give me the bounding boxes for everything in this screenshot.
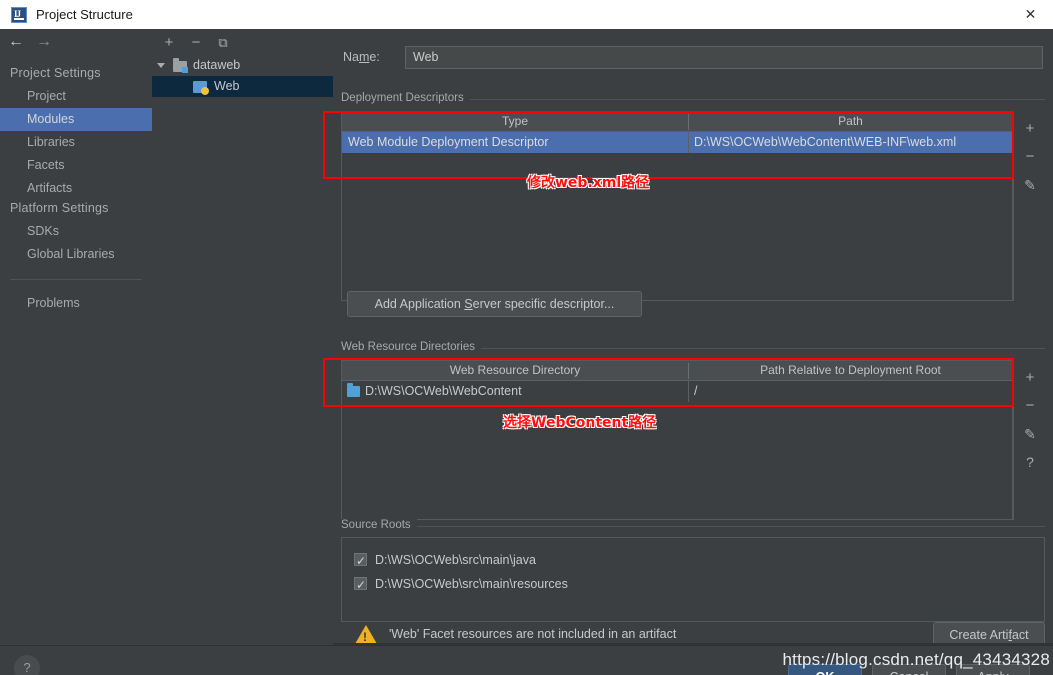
- add-app-server-descriptor-button[interactable]: Add Application Server specific descript…: [347, 291, 642, 317]
- remove-module-icon[interactable]: −: [187, 34, 205, 52]
- sidebar-item-facets[interactable]: Facets: [0, 154, 152, 177]
- intellij-idea-icon: IJ: [11, 7, 27, 23]
- edit-descriptor-icon[interactable]: ✎: [1020, 175, 1040, 195]
- tree-node-web[interactable]: Web: [152, 76, 333, 97]
- facet-settings-panel: Name: Web Deployment Descriptors Type Pa…: [333, 29, 1053, 648]
- sidebar-item-problems[interactable]: Problems: [0, 292, 152, 315]
- tree-node-dataweb[interactable]: dataweb: [152, 55, 333, 76]
- source-root-item-java[interactable]: D:\WS\OCWeb\src\main\java: [342, 549, 1042, 572]
- copy-module-icon[interactable]: ⧉: [214, 34, 232, 52]
- project-structure-dialog: IJ Project Structure ✕ ← → Project Setti…: [0, 0, 1053, 675]
- web-resource-directories-table[interactable]: Web Resource Directory Path Relative to …: [341, 360, 1013, 520]
- column-header-type[interactable]: Type: [342, 112, 688, 131]
- cell-divider: [688, 132, 689, 153]
- module-folder-icon: [173, 58, 188, 73]
- facet-warning-text: 'Web' Facet resources are not included i…: [389, 627, 677, 641]
- column-header-path-relative[interactable]: Path Relative to Deployment Root: [689, 361, 1012, 380]
- sidebar-item-project[interactable]: Project: [0, 85, 152, 108]
- sidebar-item-modules[interactable]: Modules: [0, 108, 152, 131]
- cell-type: Web Module Deployment Descriptor: [348, 135, 549, 149]
- name-input[interactable]: Web: [405, 46, 1043, 69]
- web-resource-directories-toolbar: + − ✎ ?: [1013, 360, 1045, 520]
- table-row[interactable]: Web Module Deployment Descriptor D:\WS\O…: [342, 132, 1012, 153]
- sidebar-group-platform-settings: Platform Settings: [10, 201, 109, 215]
- group-divider: [341, 526, 1045, 527]
- column-header-path[interactable]: Path: [689, 112, 1012, 131]
- checkbox[interactable]: [354, 574, 367, 596]
- cell-relative-path: /: [694, 384, 698, 398]
- folder-icon: [347, 383, 360, 397]
- add-directory-icon[interactable]: +: [1020, 368, 1040, 388]
- sidebar-item-global-libraries[interactable]: Global Libraries: [0, 243, 152, 266]
- tree-node-label: Web: [214, 79, 240, 93]
- module-tree-panel: + − ⧉ dataweb Web: [152, 29, 334, 645]
- source-roots-group-label: Source Roots: [341, 519, 417, 531]
- close-icon[interactable]: ✕: [1008, 0, 1053, 28]
- settings-sidebar: ← → Project Settings Project Modules Lib…: [0, 29, 152, 645]
- name-label: Name:: [343, 50, 380, 64]
- chevron-down-icon[interactable]: [157, 63, 165, 68]
- sidebar-item-libraries[interactable]: Libraries: [0, 131, 152, 154]
- source-root-item-resources[interactable]: D:\WS\OCWeb\src\main\resources: [342, 573, 1042, 596]
- annotation-text-select-webcontent: 选择WebContent路径: [503, 415, 657, 431]
- sidebar-group-project-settings: Project Settings: [10, 66, 101, 80]
- forward-arrow-icon[interactable]: →: [36, 33, 52, 51]
- sidebar-nav-arrows: ← →: [0, 33, 152, 59]
- deployment-descriptors-group-label: Deployment Descriptors: [341, 92, 470, 104]
- table-row[interactable]: D:\WS\OCWeb\WebContent /: [342, 381, 1012, 402]
- cell-divider: [688, 381, 689, 402]
- tree-node-label: dataweb: [193, 58, 241, 72]
- edit-directory-icon[interactable]: ✎: [1020, 424, 1040, 444]
- sidebar-divider: [10, 279, 142, 280]
- cell-web-resource-directory: D:\WS\OCWeb\WebContent: [365, 384, 522, 398]
- table-header: Type Path: [342, 112, 1012, 132]
- deployment-descriptors-toolbar: + − ✎: [1013, 111, 1045, 301]
- checkbox[interactable]: [354, 550, 367, 572]
- deployment-descriptors-table[interactable]: Type Path Web Module Deployment Descript…: [341, 111, 1013, 301]
- watermark-text: https://blog.csdn.net/qq_43434328: [782, 650, 1050, 669]
- cell-path: D:\WS\OCWeb\WebContent\WEB-INF\web.xml: [694, 135, 957, 149]
- sidebar-item-sdks[interactable]: SDKs: [0, 220, 152, 243]
- column-header-web-resource-directory[interactable]: Web Resource Directory: [342, 361, 688, 380]
- source-root-label: D:\WS\OCWeb\src\main\java: [375, 553, 536, 567]
- remove-directory-icon[interactable]: −: [1020, 396, 1040, 416]
- table-header: Web Resource Directory Path Relative to …: [342, 361, 1012, 381]
- module-tree-toolbar: + − ⧉: [152, 29, 333, 55]
- window-title: Project Structure: [36, 7, 133, 22]
- help-directory-icon[interactable]: ?: [1020, 452, 1040, 472]
- source-root-label: D:\WS\OCWeb\src\main\resources: [375, 577, 568, 591]
- add-module-icon[interactable]: +: [160, 34, 178, 52]
- sidebar-item-artifacts[interactable]: Artifacts: [0, 177, 152, 200]
- help-button[interactable]: ?: [14, 655, 40, 675]
- web-facet-icon: [193, 81, 209, 95]
- annotation-text-modify-webxml: 修改web.xml路径: [527, 175, 650, 191]
- warning-exclamation-glyph: !: [363, 630, 367, 644]
- name-field-row: Name: Web: [343, 46, 1043, 70]
- add-descriptor-icon[interactable]: +: [1020, 119, 1040, 139]
- back-arrow-icon[interactable]: ←: [8, 33, 24, 51]
- web-resource-directories-group-label: Web Resource Directories: [341, 341, 482, 353]
- window-titlebar: IJ Project Structure ✕: [0, 0, 1053, 30]
- source-roots-list: D:\WS\OCWeb\src\main\java D:\WS\OCWeb\sr…: [341, 537, 1045, 622]
- remove-descriptor-icon[interactable]: −: [1020, 147, 1040, 167]
